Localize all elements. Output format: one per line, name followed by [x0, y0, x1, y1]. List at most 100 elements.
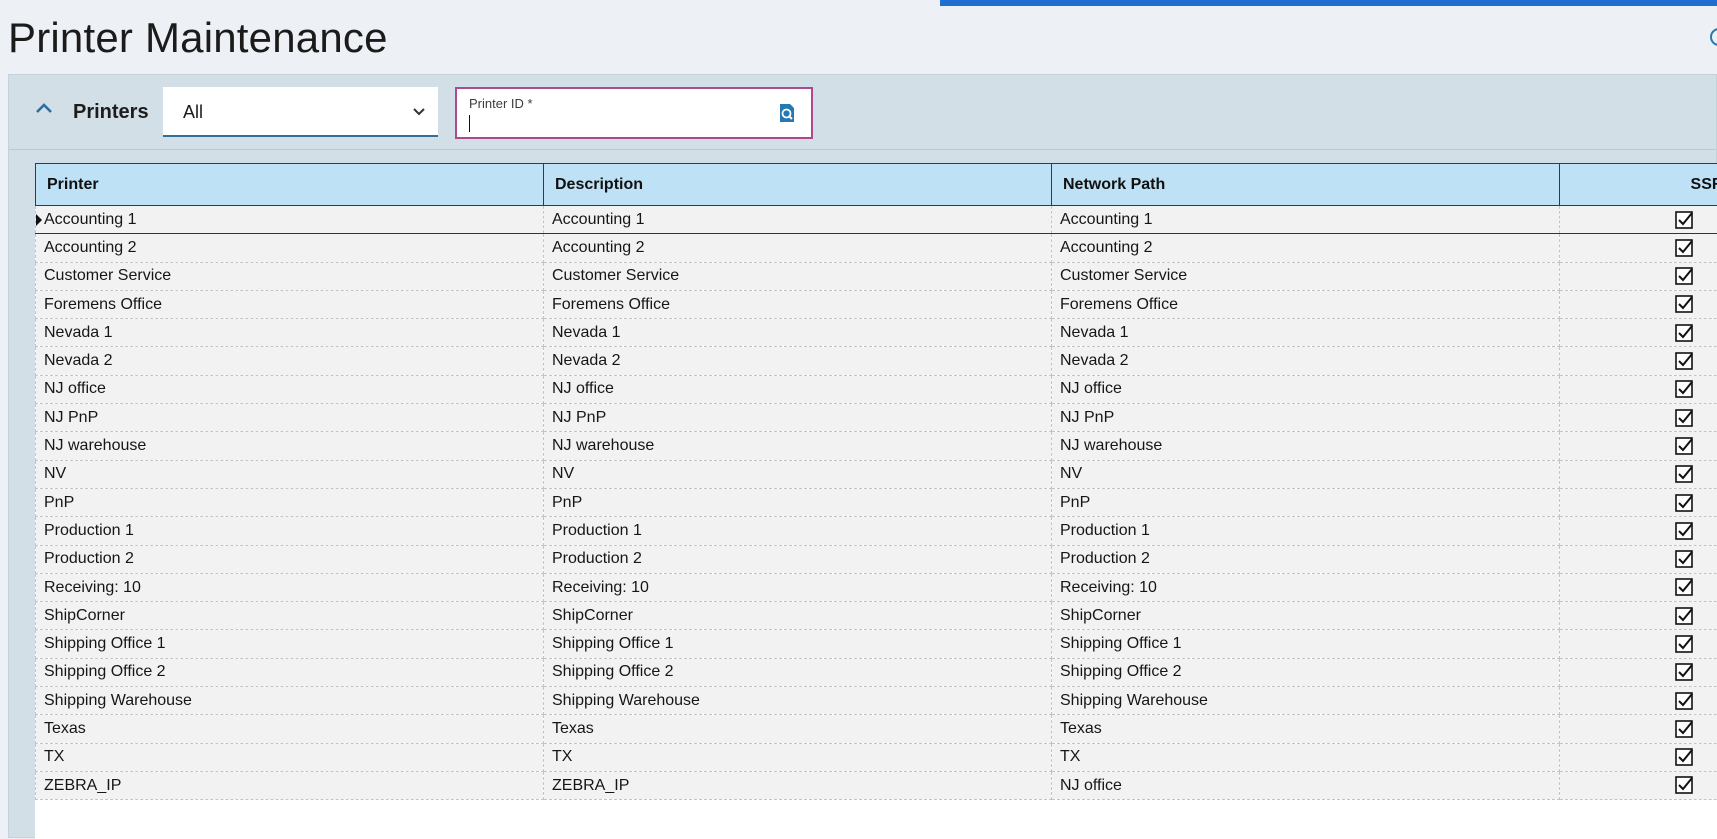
cell-printer[interactable]: Production 1	[36, 517, 544, 545]
checkbox-checked-icon[interactable]	[1675, 635, 1693, 653]
printer-link[interactable]: Foremens Office	[44, 296, 162, 313]
table-row[interactable]: ShipCornerShipCornerShipCorner	[36, 602, 1717, 630]
printer-link[interactable]: Nevada 1	[44, 324, 113, 341]
checkbox-checked-icon[interactable]	[1675, 578, 1693, 596]
checkbox-checked-icon[interactable]	[1675, 324, 1693, 342]
table-row[interactable]: Nevada 2Nevada 2Nevada 2	[36, 347, 1717, 375]
table-row[interactable]: Production 2Production 2Production 2	[36, 545, 1717, 573]
printer-link[interactable]: Accounting 2	[44, 239, 137, 256]
help-icon[interactable]	[1710, 28, 1717, 46]
table-row[interactable]: NJ officeNJ officeNJ office	[36, 375, 1717, 403]
table-row[interactable]: Production 1Production 1Production 1	[36, 517, 1717, 545]
cell-printer[interactable]: Shipping Office 2	[36, 658, 544, 686]
printer-filter-select[interactable]: All	[163, 87, 438, 137]
cell-printer[interactable]: Shipping Office 1	[36, 630, 544, 658]
checkbox-checked-icon[interactable]	[1675, 239, 1693, 257]
printer-id-field[interactable]: Printer ID *	[455, 87, 813, 139]
checkbox-checked-icon[interactable]	[1675, 409, 1693, 427]
printer-link[interactable]: PnP	[44, 494, 74, 511]
checkbox-checked-icon[interactable]	[1675, 692, 1693, 710]
checkbox-checked-icon[interactable]	[1675, 267, 1693, 285]
checkbox-checked-icon[interactable]	[1675, 550, 1693, 568]
cell-printer[interactable]: NJ warehouse	[36, 432, 544, 460]
cell-printer[interactable]: Shipping Warehouse	[36, 687, 544, 715]
chevron-down-icon	[412, 107, 426, 117]
table-row[interactable]: Receiving: 10Receiving: 10Receiving: 10	[36, 573, 1717, 601]
checkbox-checked-icon[interactable]	[1675, 748, 1693, 766]
checkbox-checked-icon[interactable]	[1675, 776, 1693, 794]
table-row[interactable]: ZEBRA_IPZEBRA_IPNJ office	[36, 771, 1717, 799]
printer-link[interactable]: Shipping Warehouse	[44, 692, 192, 709]
table-row[interactable]: Foremens OfficeForemens OfficeForemens O…	[36, 290, 1717, 318]
cell-printer[interactable]: Nevada 2	[36, 347, 544, 375]
table-row[interactable]: TXTXTX	[36, 743, 1717, 771]
checkbox-checked-icon[interactable]	[1675, 607, 1693, 625]
printer-link[interactable]: Production 1	[44, 522, 134, 539]
table-row[interactable]: TexasTexasTexas	[36, 715, 1717, 743]
table-row[interactable]: Accounting 2Accounting 2Accounting 2	[36, 234, 1717, 262]
printer-link[interactable]: Accounting 1	[44, 211, 137, 228]
cell-printer[interactable]: ShipCorner	[36, 602, 544, 630]
printer-link[interactable]: NV	[44, 465, 66, 482]
checkbox-checked-icon[interactable]	[1675, 211, 1693, 229]
printer-link[interactable]: Production 2	[44, 550, 134, 567]
printer-link[interactable]: Shipping Office 2	[44, 663, 166, 680]
printer-link[interactable]: Nevada 2	[44, 352, 113, 369]
column-header-ssrs-print[interactable]: SSRS Print	[1560, 164, 1717, 206]
checkbox-checked-icon[interactable]	[1675, 720, 1693, 738]
checkbox-checked-icon[interactable]	[1675, 663, 1693, 681]
checkbox-checked-icon[interactable]	[1675, 437, 1693, 455]
cell-description: Shipping Office 2	[544, 658, 1052, 686]
table-row[interactable]: Nevada 1Nevada 1Nevada 1	[36, 319, 1717, 347]
cell-printer[interactable]: NV	[36, 460, 544, 488]
table-row[interactable]: Accounting 1Accounting 1Accounting 1	[36, 206, 1717, 234]
table-row[interactable]: Customer ServiceCustomer ServiceCustomer…	[36, 262, 1717, 290]
table-row[interactable]: PnPPnPPnP	[36, 488, 1717, 516]
cell-printer[interactable]: Foremens Office	[36, 290, 544, 318]
cell-printer[interactable]: Customer Service	[36, 262, 544, 290]
printer-link[interactable]: Receiving: 10	[44, 579, 141, 596]
checkbox-checked-icon[interactable]	[1675, 352, 1693, 370]
collapse-button[interactable]	[33, 97, 55, 119]
cell-printer[interactable]: Nevada 1	[36, 319, 544, 347]
cell-printer[interactable]: Texas	[36, 715, 544, 743]
cell-printer[interactable]: PnP	[36, 488, 544, 516]
printer-link[interactable]: NJ warehouse	[44, 437, 146, 454]
table-row[interactable]: NJ PnPNJ PnPNJ PnP	[36, 404, 1717, 432]
checkbox-checked-icon[interactable]	[1675, 380, 1693, 398]
checkbox-checked-icon[interactable]	[1675, 522, 1693, 540]
search-icon[interactable]	[777, 103, 797, 123]
cell-printer[interactable]: Accounting 2	[36, 234, 544, 262]
checkbox-checked-icon[interactable]	[1675, 465, 1693, 483]
printer-id-input[interactable]	[468, 113, 758, 133]
column-header-network-path[interactable]: Network Path	[1052, 164, 1560, 206]
cell-network-path: NV	[1052, 460, 1560, 488]
checkbox-checked-icon[interactable]	[1675, 295, 1693, 313]
checkbox-checked-icon[interactable]	[1675, 494, 1693, 512]
cell-printer[interactable]: Production 2	[36, 545, 544, 573]
table-row[interactable]: Shipping Office 1Shipping Office 1Shippi…	[36, 630, 1717, 658]
printer-link[interactable]: NJ PnP	[44, 409, 98, 426]
cell-printer[interactable]: NJ PnP	[36, 404, 544, 432]
printer-link[interactable]: Texas	[44, 720, 86, 737]
table-row[interactable]: Shipping Office 2Shipping Office 2Shippi…	[36, 658, 1717, 686]
printers-panel: Printers All Printer ID *	[8, 74, 1717, 838]
cell-printer[interactable]: TX	[36, 743, 544, 771]
cell-printer[interactable]: ZEBRA_IP	[36, 771, 544, 799]
column-header-description[interactable]: Description	[544, 164, 1052, 206]
printer-link[interactable]: NJ office	[44, 380, 106, 397]
table-row[interactable]: NJ warehouseNJ warehouseNJ warehouse	[36, 432, 1717, 460]
cell-printer[interactable]: Receiving: 10	[36, 573, 544, 601]
cell-network-path: Accounting 1	[1052, 206, 1560, 234]
table-row[interactable]: NVNVNV	[36, 460, 1717, 488]
cell-printer[interactable]: Accounting 1	[36, 206, 544, 234]
printer-link[interactable]: ZEBRA_IP	[44, 777, 121, 794]
printer-link[interactable]: Customer Service	[44, 267, 171, 284]
cell-printer[interactable]: NJ office	[36, 375, 544, 403]
printer-link[interactable]: ShipCorner	[44, 607, 125, 624]
table-row[interactable]: Shipping WarehouseShipping WarehouseShip…	[36, 687, 1717, 715]
printer-link[interactable]: Shipping Office 1	[44, 635, 166, 652]
cell-ssrs-print	[1560, 206, 1717, 234]
column-header-printer[interactable]: Printer	[36, 164, 544, 206]
printer-link[interactable]: TX	[44, 748, 64, 765]
